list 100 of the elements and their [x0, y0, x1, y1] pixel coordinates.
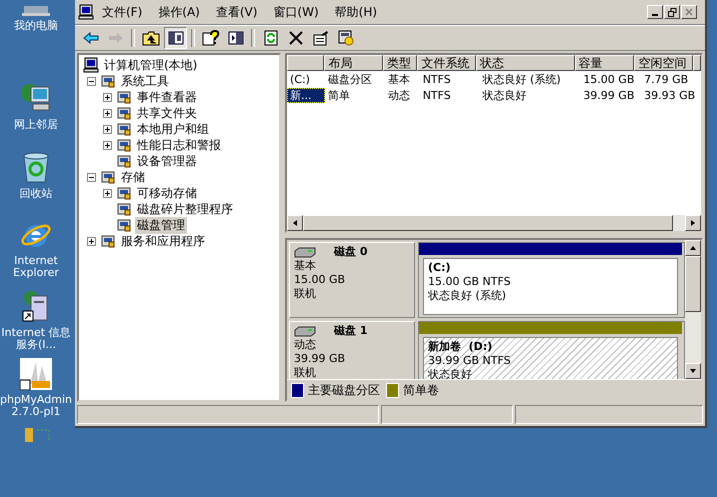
disk-drive-icon — [294, 326, 316, 336]
folder-up-icon — [142, 30, 160, 46]
desktop-icon-label[interactable]: Internet 信息服务(I... — [0, 326, 72, 351]
tree-node-icon — [116, 153, 132, 169]
column-header[interactable]: 状态 — [476, 55, 575, 71]
column-header[interactable]: 容量 — [574, 55, 634, 71]
table-cell-text: 7.79 GB — [643, 72, 690, 86]
partition-block[interactable]: (C:) 15.00 GB NTFS 状态良好 (系统) — [418, 242, 685, 318]
desktop-icon-label[interactable]: 我的电脑 — [0, 20, 72, 32]
expand-toggle[interactable] — [87, 172, 96, 182]
expand-toggle[interactable] — [103, 124, 112, 134]
table-cell-text: 状态良好 (系统) — [482, 72, 562, 86]
panel-icon — [228, 31, 244, 45]
forward-arrow-icon — [108, 32, 124, 44]
tree-item[interactable]: 设备管理器 — [135, 152, 199, 170]
disk-name: 磁盘 0 — [334, 245, 368, 259]
table-cell-text: 动态 — [386, 88, 411, 102]
tree-node-icon — [116, 121, 132, 137]
desktop-icon-label[interactable]: 网上邻居 — [0, 118, 72, 131]
volume-size: 39.99 GB NTFS — [428, 354, 512, 368]
table-cell-text: 基本 — [386, 72, 411, 86]
disk-type: 动态 — [294, 338, 317, 352]
tree-item[interactable]: 可移动存储 — [135, 184, 199, 202]
tree-item[interactable]: 性能日志和警报 — [135, 136, 223, 154]
disk-info-panel[interactable]: 磁盘 0 基本 15.00 GB 联机 — [289, 242, 415, 318]
tree-item[interactable]: 计算机管理(本地) — [102, 56, 200, 74]
disk-size: 39.99 GB — [294, 352, 346, 366]
expand-toggle[interactable] — [103, 108, 112, 118]
disk-info-panel[interactable]: 磁盘 1 动态 39.99 GB 联机 — [289, 321, 415, 379]
tree-node-icon — [100, 169, 116, 185]
disk-size: 15.00 GB — [294, 273, 346, 287]
column-header[interactable] — [287, 55, 324, 71]
tree-item[interactable]: 存储 — [119, 168, 147, 186]
computer-icon — [20, 6, 52, 16]
toolbar-button[interactable] — [164, 27, 187, 49]
help-icon — [202, 30, 220, 46]
tree-node-icon — [116, 201, 132, 217]
tree-item[interactable]: 磁盘碎片整理程序 — [135, 200, 235, 218]
desktop-icon-label[interactable]: Internet Explorer — [0, 255, 72, 280]
restore-icon — [668, 8, 676, 16]
properties-icon — [312, 30, 328, 46]
minimize-button[interactable] — [647, 5, 663, 19]
legend-label: 主要磁盘分区 — [308, 382, 380, 398]
tree-item[interactable]: 事件查看器 — [135, 88, 199, 106]
expand-toggle[interactable] — [103, 92, 112, 102]
tree-node-icon — [116, 217, 132, 233]
table-cell-text: 39.99 GB — [582, 88, 636, 102]
tree-item[interactable]: 共享文件夹 — [135, 104, 199, 122]
restore-button[interactable] — [664, 5, 680, 19]
disk-name: 磁盘 1 — [334, 324, 368, 338]
table-cell-text: 39.93 GB — [643, 88, 696, 102]
tree-item[interactable]: 系统工具 — [119, 72, 171, 90]
tree-node-icon — [100, 73, 116, 89]
volume-label: (C:) — [428, 261, 452, 275]
tree-node-icon — [116, 89, 132, 105]
back-arrow-icon — [82, 32, 98, 44]
refresh-icon — [264, 30, 278, 46]
computer-icon — [83, 57, 99, 73]
desktop-icon-label[interactable]: 回收站 — [0, 188, 72, 200]
column-header[interactable] — [693, 55, 701, 71]
column-header[interactable]: 类型 — [382, 55, 418, 71]
horizontal-scrollbar[interactable] — [287, 215, 701, 231]
table-cell-text: NTFS — [422, 88, 452, 102]
left-arrow-icon — [291, 219, 299, 227]
tree-item[interactable]: 服务和应用程序 — [119, 232, 207, 250]
disk-drive-icon — [294, 246, 316, 258]
menu-item[interactable]: 查看(V) — [208, 4, 266, 20]
menu-item[interactable]: 文件(F) — [94, 4, 150, 20]
expand-toggle[interactable] — [103, 188, 112, 198]
column-header[interactable]: 空闲空间 — [634, 55, 694, 71]
tree-pane-icon — [168, 31, 184, 45]
vertical-scrollbar[interactable] — [685, 240, 701, 379]
menu-item[interactable]: 窗口(W) — [265, 4, 327, 20]
console-gear-icon — [338, 30, 354, 46]
expand-toggle[interactable] — [87, 76, 96, 86]
tree-item[interactable]: 本地用户和组 — [135, 120, 211, 138]
legend-label: 简单卷 — [403, 382, 439, 398]
delete-icon — [288, 31, 302, 45]
tree-node-icon — [100, 233, 116, 249]
tree-node-icon — [116, 185, 132, 201]
column-header[interactable]: 文件系统 — [417, 55, 476, 71]
tree-node-icon — [116, 105, 132, 121]
menu-item[interactable]: 帮助(H) — [326, 4, 386, 20]
menu-item[interactable]: 操作(A) — [150, 4, 208, 20]
table-cell-text: 磁盘分区 — [326, 72, 373, 86]
disk-status: 联机 — [294, 366, 317, 379]
right-arrow-icon — [689, 219, 697, 227]
table-cell-text: 状态良好 — [482, 88, 528, 102]
close-icon — [685, 8, 693, 16]
table-cell-text: NTFS — [422, 72, 452, 86]
tree-item[interactable]: 磁盘管理 — [135, 216, 187, 234]
desktop-icon-label[interactable]: phpMyAdmin 2.7.0-pl1 — [0, 394, 72, 418]
table-cell-text: 简单 — [326, 88, 351, 102]
disk-type: 基本 — [294, 259, 317, 273]
column-header[interactable]: 布局 — [324, 55, 383, 71]
disk-status: 联机 — [294, 287, 317, 301]
volume-size: 15.00 GB NTFS — [428, 275, 512, 289]
expand-toggle[interactable] — [87, 236, 96, 246]
expand-toggle[interactable] — [103, 140, 112, 150]
table-cell-text: (C:) — [289, 72, 311, 86]
